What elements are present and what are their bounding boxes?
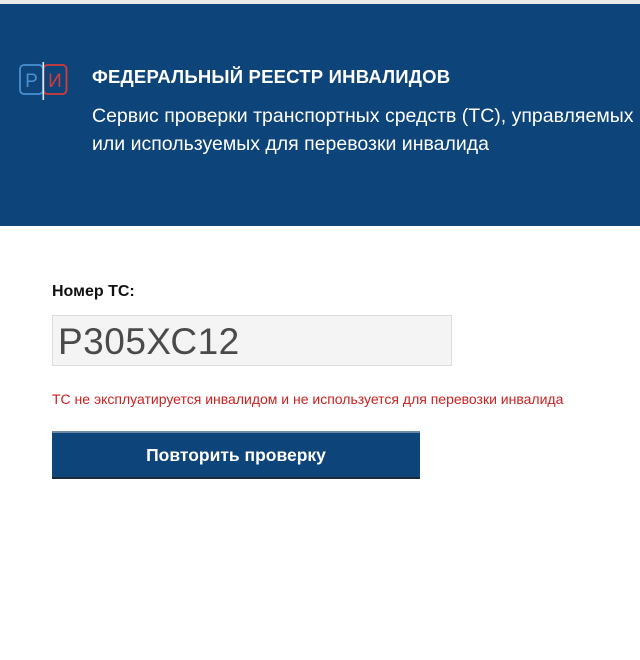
page: Р И ФЕДЕРАЛЬНЫЙ РЕЕСТР ИНВАЛИДОВ Сервис … bbox=[0, 0, 640, 660]
svg-text:И: И bbox=[48, 71, 62, 92]
page-title: ФЕДЕРАЛЬНЫЙ РЕЕСТР ИНВАЛИДОВ bbox=[92, 66, 451, 87]
registry-logo-icon: Р И bbox=[18, 62, 72, 100]
check-result-message: ТС не эксплуатируется инвалидом и не исп… bbox=[52, 391, 564, 407]
vehicle-number-input[interactable] bbox=[52, 315, 452, 366]
vehicle-number-label: Номер ТС: bbox=[52, 283, 135, 300]
header-banner: Р И ФЕДЕРАЛЬНЫЙ РЕЕСТР ИНВАЛИДОВ Сервис … bbox=[0, 4, 640, 226]
svg-text:Р: Р bbox=[25, 71, 38, 92]
page-subtitle: Сервис проверки транспортных средств (ТС… bbox=[92, 105, 634, 155]
retry-check-button[interactable]: Повторить проверку bbox=[52, 431, 420, 479]
